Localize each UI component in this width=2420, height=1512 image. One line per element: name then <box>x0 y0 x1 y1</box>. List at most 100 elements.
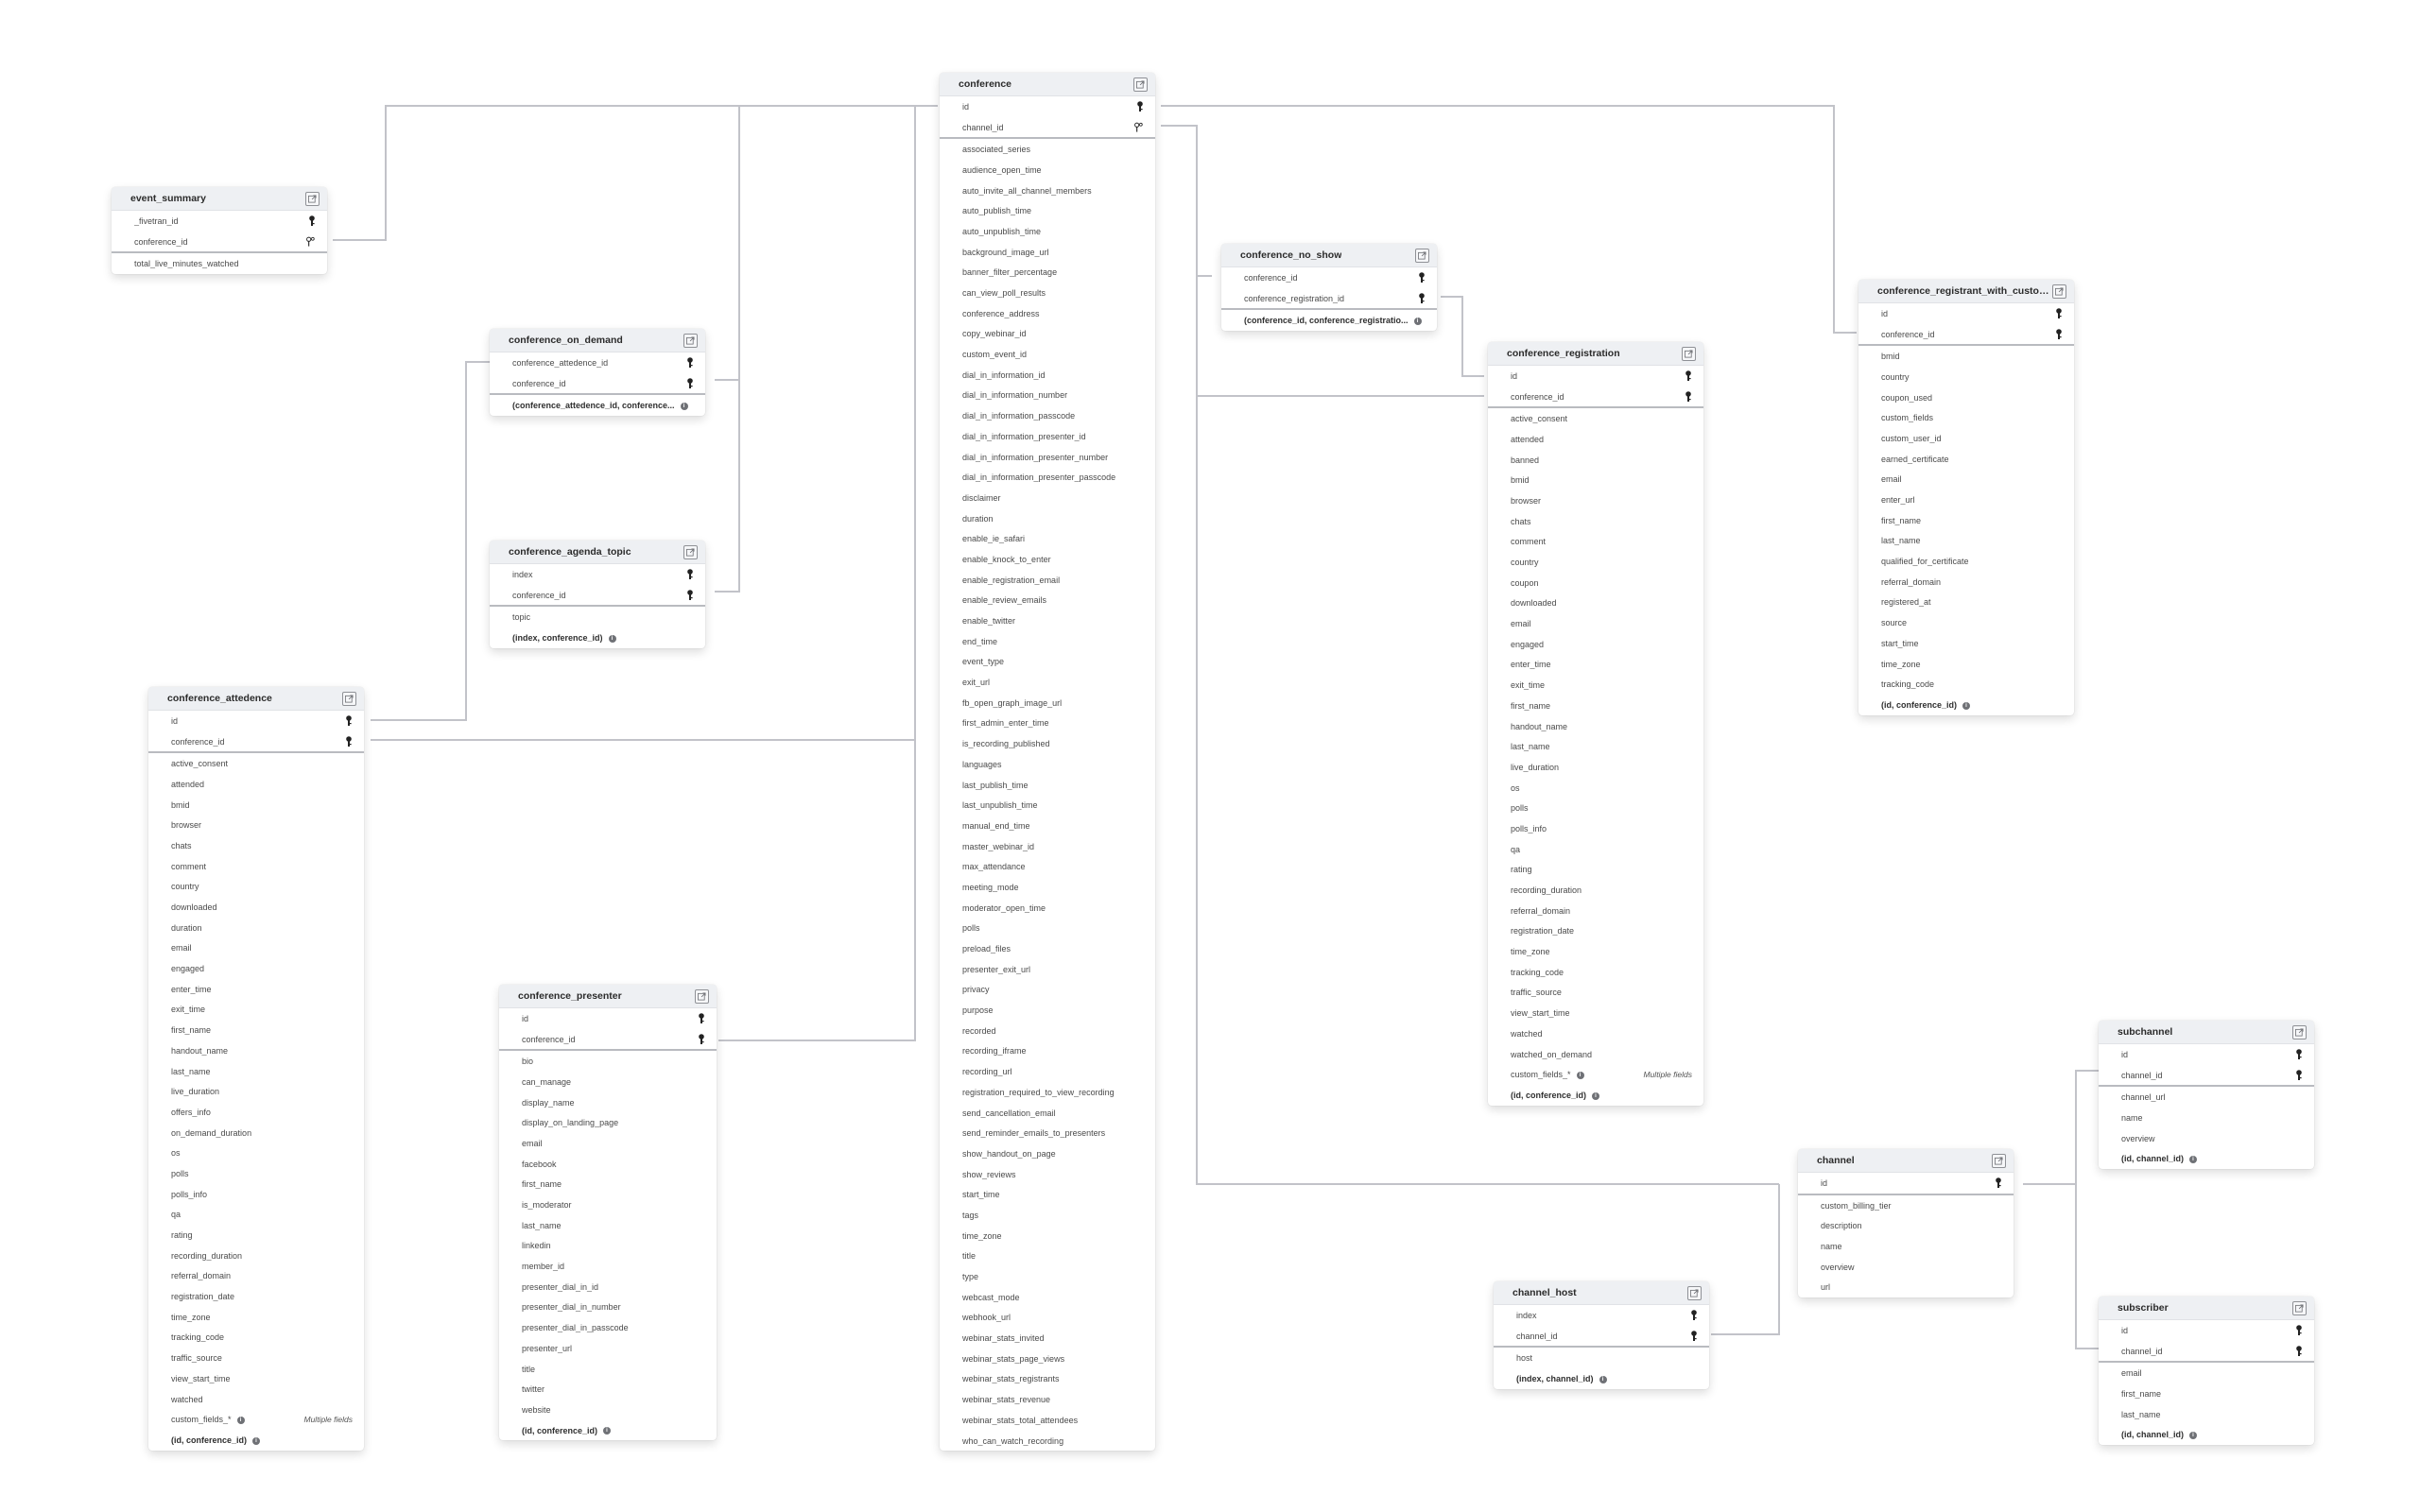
column-row[interactable]: live_duration <box>148 1081 364 1102</box>
column-row[interactable]: referral_domain <box>1488 901 1703 921</box>
composite-key-row[interactable]: (conference_attedence_id, conference... i <box>490 395 705 416</box>
column-row[interactable]: email <box>1858 470 2074 490</box>
table-conference-on-demand[interactable]: conference_on_demand conference_attedence… <box>490 329 705 417</box>
column-row[interactable]: exit_time <box>1488 675 1703 696</box>
key-column-row[interactable]: conference_id <box>490 585 705 608</box>
column-row[interactable]: end_time <box>940 631 1155 652</box>
column-row[interactable]: dial_in_information_passcode <box>940 405 1155 426</box>
open-table-button[interactable] <box>1687 1285 1702 1300</box>
column-row[interactable]: attended <box>148 774 364 795</box>
table-header[interactable]: subchannel <box>2099 1021 2314 1044</box>
column-row[interactable]: custom_fields <box>1858 407 2074 428</box>
key-column-row[interactable]: conference_id <box>1221 267 1437 288</box>
column-row[interactable]: total_live_minutes_watched <box>112 253 327 274</box>
key-column-row[interactable]: conference_id <box>490 373 705 396</box>
info-icon[interactable]: i <box>1599 1375 1607 1383</box>
column-row[interactable]: enter_url <box>1858 490 2074 510</box>
info-icon[interactable]: i <box>1576 1071 1584 1079</box>
info-icon[interactable]: i <box>1592 1091 1600 1100</box>
table-conference-agenda-topic[interactable]: conference_agenda_topic index conference_i… <box>490 541 705 648</box>
column-row[interactable]: display_on_landing_page <box>499 1112 717 1133</box>
column-row[interactable]: url <box>1798 1277 2014 1297</box>
open-table-button[interactable] <box>683 333 698 348</box>
column-row[interactable]: facebook <box>499 1154 717 1175</box>
column-row[interactable]: audience_open_time <box>940 160 1155 180</box>
column-row[interactable]: can_manage <box>499 1072 717 1092</box>
table-header[interactable]: conference_no_show <box>1221 244 1437 267</box>
column-row[interactable]: comment <box>1488 532 1703 553</box>
key-column-row[interactable]: channel_id <box>2099 1341 2314 1364</box>
column-row[interactable]: traffic_source <box>1488 983 1703 1004</box>
column-row[interactable]: show_handout_on_page <box>940 1143 1155 1164</box>
column-row[interactable]: meeting_mode <box>940 877 1155 898</box>
info-icon[interactable]: i <box>680 402 688 410</box>
column-row[interactable]: languages <box>940 754 1155 775</box>
key-column-row[interactable]: conference_attedence_id <box>490 352 705 373</box>
column-row[interactable]: browser <box>148 815 364 835</box>
table-conference-registration[interactable]: conference_registration id conference_id ac… <box>1488 342 1703 1106</box>
column-row[interactable]: registration_date <box>1488 921 1703 942</box>
column-row[interactable]: chats <box>1488 511 1703 532</box>
open-table-button[interactable] <box>1682 346 1696 361</box>
column-row[interactable]: preload_files <box>940 938 1155 959</box>
column-row[interactable]: exit_time <box>148 1000 364 1021</box>
column-row[interactable]: first_name <box>499 1175 717 1195</box>
column-row[interactable]: associated_series <box>940 139 1155 160</box>
column-row[interactable]: background_image_url <box>940 242 1155 263</box>
column-row[interactable]: send_reminder_emails_to_presenters <box>940 1123 1155 1143</box>
key-column-row[interactable]: id <box>1798 1173 2014 1195</box>
column-row[interactable]: recording_duration <box>148 1246 364 1266</box>
composite-key-row[interactable]: (id, conference_id) i <box>1858 695 2074 715</box>
column-row[interactable]: enable_ie_safari <box>940 528 1155 549</box>
column-row[interactable]: presenter_dial_in_id <box>499 1277 717 1297</box>
info-icon[interactable]: i <box>1413 317 1422 325</box>
column-row[interactable]: title <box>499 1359 717 1380</box>
column-row[interactable]: auto_invite_all_channel_members <box>940 180 1155 201</box>
column-row[interactable]: source <box>1858 612 2074 633</box>
table-header[interactable]: conference_attedence <box>148 687 364 711</box>
column-row[interactable]: downloaded <box>1488 593 1703 614</box>
key-column-row[interactable]: id <box>940 96 1155 117</box>
column-row[interactable]: watched_on_demand <box>1488 1044 1703 1065</box>
column-row[interactable]: privacy <box>940 980 1155 1001</box>
column-row[interactable]: bmid <box>1488 470 1703 490</box>
column-row[interactable]: webhook_url <box>940 1308 1155 1329</box>
info-icon[interactable]: i <box>252 1436 261 1445</box>
column-row[interactable]: copy_webinar_id <box>940 324 1155 345</box>
table-header[interactable]: channel <box>1798 1149 2014 1173</box>
column-row[interactable]: presenter_exit_url <box>940 959 1155 980</box>
column-row[interactable]: start_time <box>1858 633 2074 654</box>
column-row[interactable]: website <box>499 1400 717 1420</box>
column-row[interactable]: tags <box>940 1205 1155 1226</box>
column-row[interactable]: is_recording_published <box>940 733 1155 754</box>
column-row[interactable]: is_moderator <box>499 1194 717 1215</box>
column-row[interactable]: webinar_stats_invited <box>940 1328 1155 1349</box>
open-table-button[interactable] <box>1133 77 1148 92</box>
column-row[interactable]: coupon_used <box>1858 387 2074 408</box>
composite-key-row[interactable]: (index, conference_id) i <box>490 627 705 648</box>
column-row[interactable]: polls <box>1488 798 1703 818</box>
column-row[interactable]: enter_time <box>148 979 364 1000</box>
table-subscriber[interactable]: subscriber id channel_id email first_name las… <box>2099 1297 2314 1446</box>
column-row[interactable]: watched <box>148 1389 364 1410</box>
column-row[interactable]: coupon <box>1488 573 1703 593</box>
table-conference[interactable]: conference id channel_id associated_series a… <box>940 73 1155 1452</box>
column-row[interactable]: topic <box>490 607 705 627</box>
table-conference-registrant-with-custom-fields[interactable]: conference_registrant_with_custom_fi... i… <box>1858 280 2074 715</box>
column-row[interactable]: enter_time <box>1488 655 1703 676</box>
column-row[interactable]: name <box>2099 1108 2314 1128</box>
column-row[interactable]: country <box>1858 367 2074 387</box>
column-row[interactable]: recording_duration <box>1488 880 1703 901</box>
column-row[interactable]: active_consent <box>1488 408 1703 429</box>
info-icon[interactable]: i <box>236 1416 245 1424</box>
column-row[interactable]: email <box>2099 1363 2314 1383</box>
table-header[interactable]: conference_registrant_with_custom_fi... <box>1858 280 2074 303</box>
key-column-row[interactable]: _fivetran_id <box>112 211 327 232</box>
column-row[interactable]: registration_date <box>148 1286 364 1307</box>
column-row[interactable]: show_reviews <box>940 1164 1155 1185</box>
column-row[interactable]: presenter_dial_in_number <box>499 1297 717 1318</box>
column-row[interactable]: host <box>1494 1348 1709 1368</box>
key-column-row[interactable]: channel_id <box>940 117 1155 140</box>
column-row[interactable]: webinar_stats_total_attendees <box>940 1410 1155 1431</box>
column-row[interactable]: description <box>1798 1215 2014 1236</box>
